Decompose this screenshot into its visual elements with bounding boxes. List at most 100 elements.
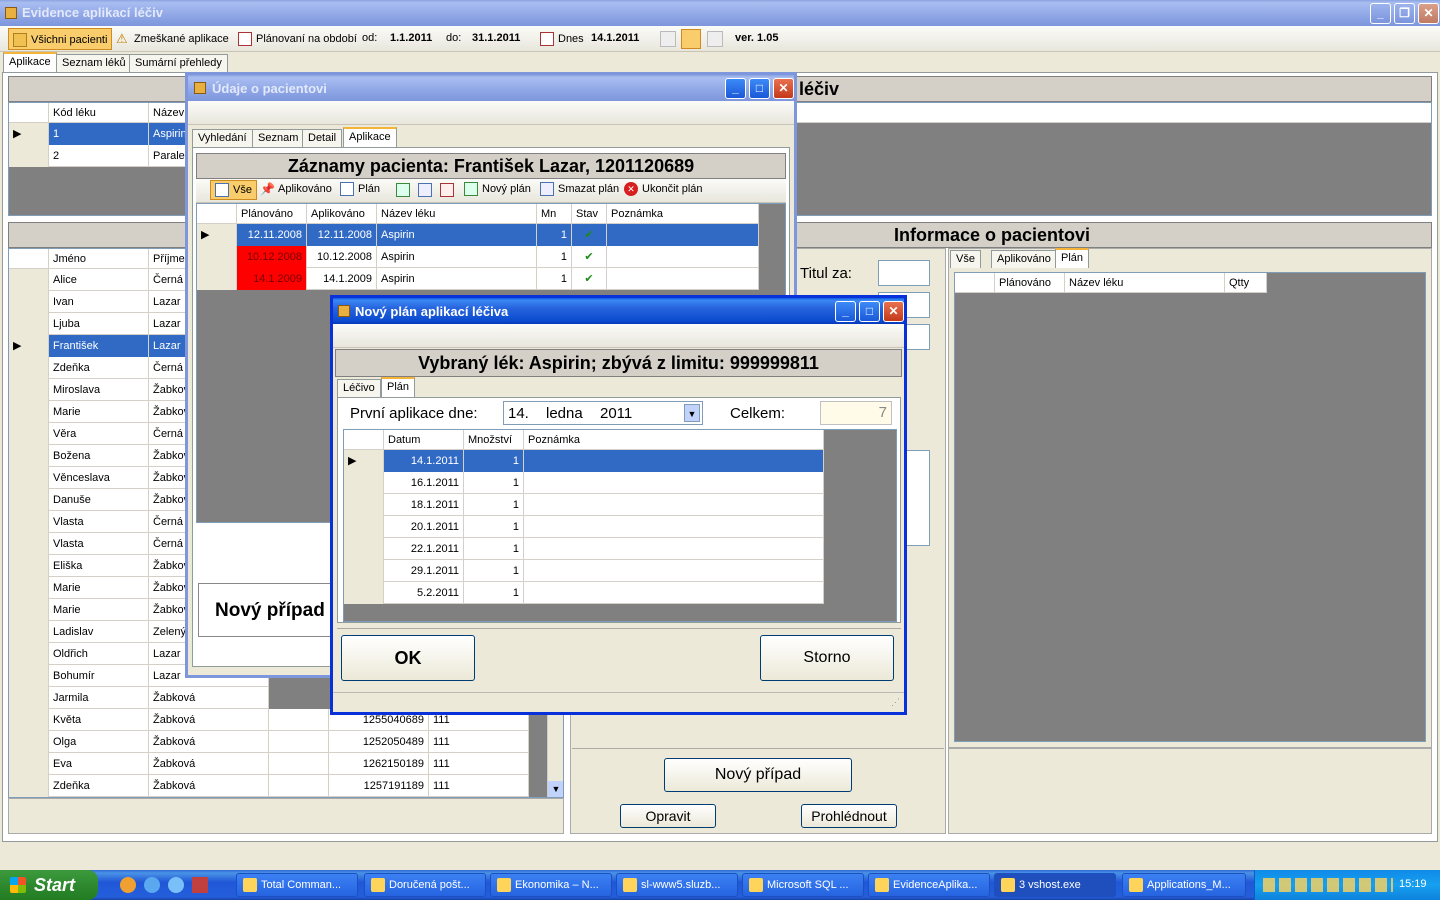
taskbar-button[interactable]: Microsoft SQL ... [742,873,864,897]
table-row[interactable]: 14.1.2009 14.1.2009 Aspirin 1 ✔ [197,268,759,290]
today-button[interactable]: Dnes [536,28,588,50]
table-row[interactable]: 10.12.2008 10.12.2008 Aspirin 1 ✔ [197,246,759,268]
header-poznamka[interactable]: Poznámka [607,204,759,224]
quicklaunch-ie2-icon[interactable] [168,877,184,893]
edit-button[interactable]: Opravit [620,804,716,828]
header-nazev-leku-rec[interactable]: Název léku [377,204,537,224]
from-value[interactable]: 1.1.2011 [390,32,432,44]
header-datum[interactable]: Datum [384,430,464,450]
ok-button[interactable]: OK [341,635,475,681]
print-icon[interactable] [707,31,723,47]
plan-maximize-button[interactable]: □ [859,301,880,322]
taskbar-button[interactable]: sl-www5.sluzb... [616,873,738,897]
tray-icons[interactable] [1263,878,1393,892]
edit-icon[interactable] [681,29,701,49]
quicklaunch-ie-icon[interactable] [144,877,160,893]
to-value[interactable]: 31.1.2011 [472,32,520,44]
header-poznamka-plan[interactable]: Poznámka [524,430,824,450]
tab-plan[interactable]: Plán [1055,248,1090,268]
minimize-button[interactable]: _ [1370,3,1391,24]
quicklaunch-app-icon[interactable] [192,877,208,893]
taskbar-button[interactable]: Applications_M... [1122,873,1246,897]
tab-vse[interactable]: Vše [950,250,981,268]
table-row[interactable]: 2 Paralen [9,145,189,167]
table-row[interactable]: 16.1.2011 1 [344,472,824,494]
all-patients-button[interactable]: Všichni pacienti [8,28,113,50]
dialog-toolbar-strip [188,101,794,125]
grid-icon[interactable] [660,31,676,47]
table-row[interactable]: 20.1.2011 1 [344,516,824,538]
header-planovano[interactable]: Plánováno [995,273,1065,293]
date-dropdown-icon[interactable]: ▼ [684,404,700,422]
header-kod-leku[interactable]: Kód léku [49,103,149,123]
table-row[interactable]: Eva Žabková 1262150189 111 [9,753,529,775]
table-row[interactable]: Jarmila Žabková [9,687,269,709]
total-label: Celkem: [730,405,786,422]
taskbar-button[interactable]: EvidenceAplika... [868,873,990,897]
table-row[interactable]: ▶ 14.1.2011 1 [344,450,824,472]
plan-minimize-button[interactable]: _ [835,301,856,322]
dialog-maximize-button[interactable]: □ [749,78,770,99]
dialog-new-case-button[interactable]: Nový případ [215,600,325,622]
new-plan-button[interactable]: Nový plán [460,180,535,200]
table-row[interactable]: 18.1.2011 1 [344,494,824,516]
titul-field[interactable] [878,260,930,286]
table-row[interactable]: ▶ 1 Aspirin [9,123,189,145]
first-app-date-picker[interactable]: 14. ledna 2011 ▼ [503,401,703,425]
edit-row-icon[interactable] [418,183,432,197]
header-mn[interactable]: Mn [537,204,572,224]
new-case-button[interactable]: Nový případ [664,758,852,792]
planning-period-button[interactable]: Plánovaní na období [234,28,361,50]
plan-close-button[interactable]: ✕ [883,301,904,322]
header-stav[interactable]: Stav [572,204,607,224]
table-row[interactable]: 29.1.2011 1 [344,560,824,582]
tab-detail[interactable]: Detail [302,129,343,147]
table-row[interactable]: ▶ 12.11.2008 12.11.2008 Aspirin 1 ✔ [197,224,759,246]
table-row[interactable]: 22.1.2011 1 [344,538,824,560]
tab-sumarni-prehledy[interactable]: Sumární přehledy [129,54,228,72]
scroll-down-icon[interactable]: ▼ [548,781,563,797]
bottom-right-panel [948,748,1432,834]
header-aplikovano[interactable]: Aplikováno [307,204,377,224]
table-row[interactable]: Olga Žabková 1252050489 111 [9,731,529,753]
tab-seznam[interactable]: Seznam [252,129,305,147]
view-button[interactable]: Prohlédnout [801,804,897,828]
delete-row-icon[interactable] [440,183,454,197]
tab-aplikovano[interactable]: Aplikováno [991,250,1057,268]
filter-all-button[interactable]: Vše [210,180,257,200]
filter-applied-button[interactable]: 📌 Aplikováno [256,180,336,200]
table-row[interactable]: 5.2.2011 1 [344,582,824,604]
taskbar-button[interactable]: Total Comman... [236,873,358,897]
header-jmeno[interactable]: Jméno [49,249,149,269]
end-plan-button[interactable]: ✕ Ukončit plán [620,180,707,200]
header-qtty[interactable]: Qtty [1225,273,1267,293]
missed-applications-button[interactable]: ⚠ Zmeškané aplikace [112,28,233,50]
table-row[interactable]: Zdeňka Žabková 1257191189 111 [9,775,529,797]
delete-plan-button[interactable]: Smazat plán [536,180,623,200]
row-selector-icon: ▶ [197,224,237,246]
quicklaunch-mail-icon[interactable] [120,877,136,893]
header-nazev-leku[interactable]: Název léku [1065,273,1225,293]
header-planovano-rec[interactable]: Plánováno [237,204,307,224]
taskbar-button[interactable]: 3 vshost.exe [994,873,1116,897]
tab-seznam-leku[interactable]: Seznam léků [56,54,132,72]
taskbar-button[interactable]: Ekonomika – N... [490,873,612,897]
storno-button[interactable]: Storno [760,635,894,681]
tab-aplikace-dialog[interactable]: Aplikace [343,127,397,147]
add-row-icon[interactable] [396,183,410,197]
header-mnozstvi[interactable]: Množství [464,430,524,450]
tab-plan-dialog[interactable]: Plán [381,377,416,397]
tab-aplikace[interactable]: Aplikace [3,52,57,72]
filter-plan-button[interactable]: Plán [336,180,384,200]
tab-lecivo[interactable]: Léčivo [337,379,381,397]
tab-vyhledani[interactable]: Vyhledání [192,129,253,147]
start-button[interactable]: Start [0,870,98,900]
dialog-minimize-button[interactable]: _ [725,78,746,99]
restore-button[interactable]: ❐ [1394,3,1415,24]
dialog-close-button[interactable]: ✕ [773,78,794,99]
close-button[interactable]: ✕ [1418,3,1439,24]
header-nazev[interactable]: Název [149,103,189,123]
taskbar-button[interactable]: Doručená pošt... [364,873,486,897]
plan-dialog-icon [338,305,350,317]
resize-grip-icon[interactable]: ⋰ [891,697,900,708]
